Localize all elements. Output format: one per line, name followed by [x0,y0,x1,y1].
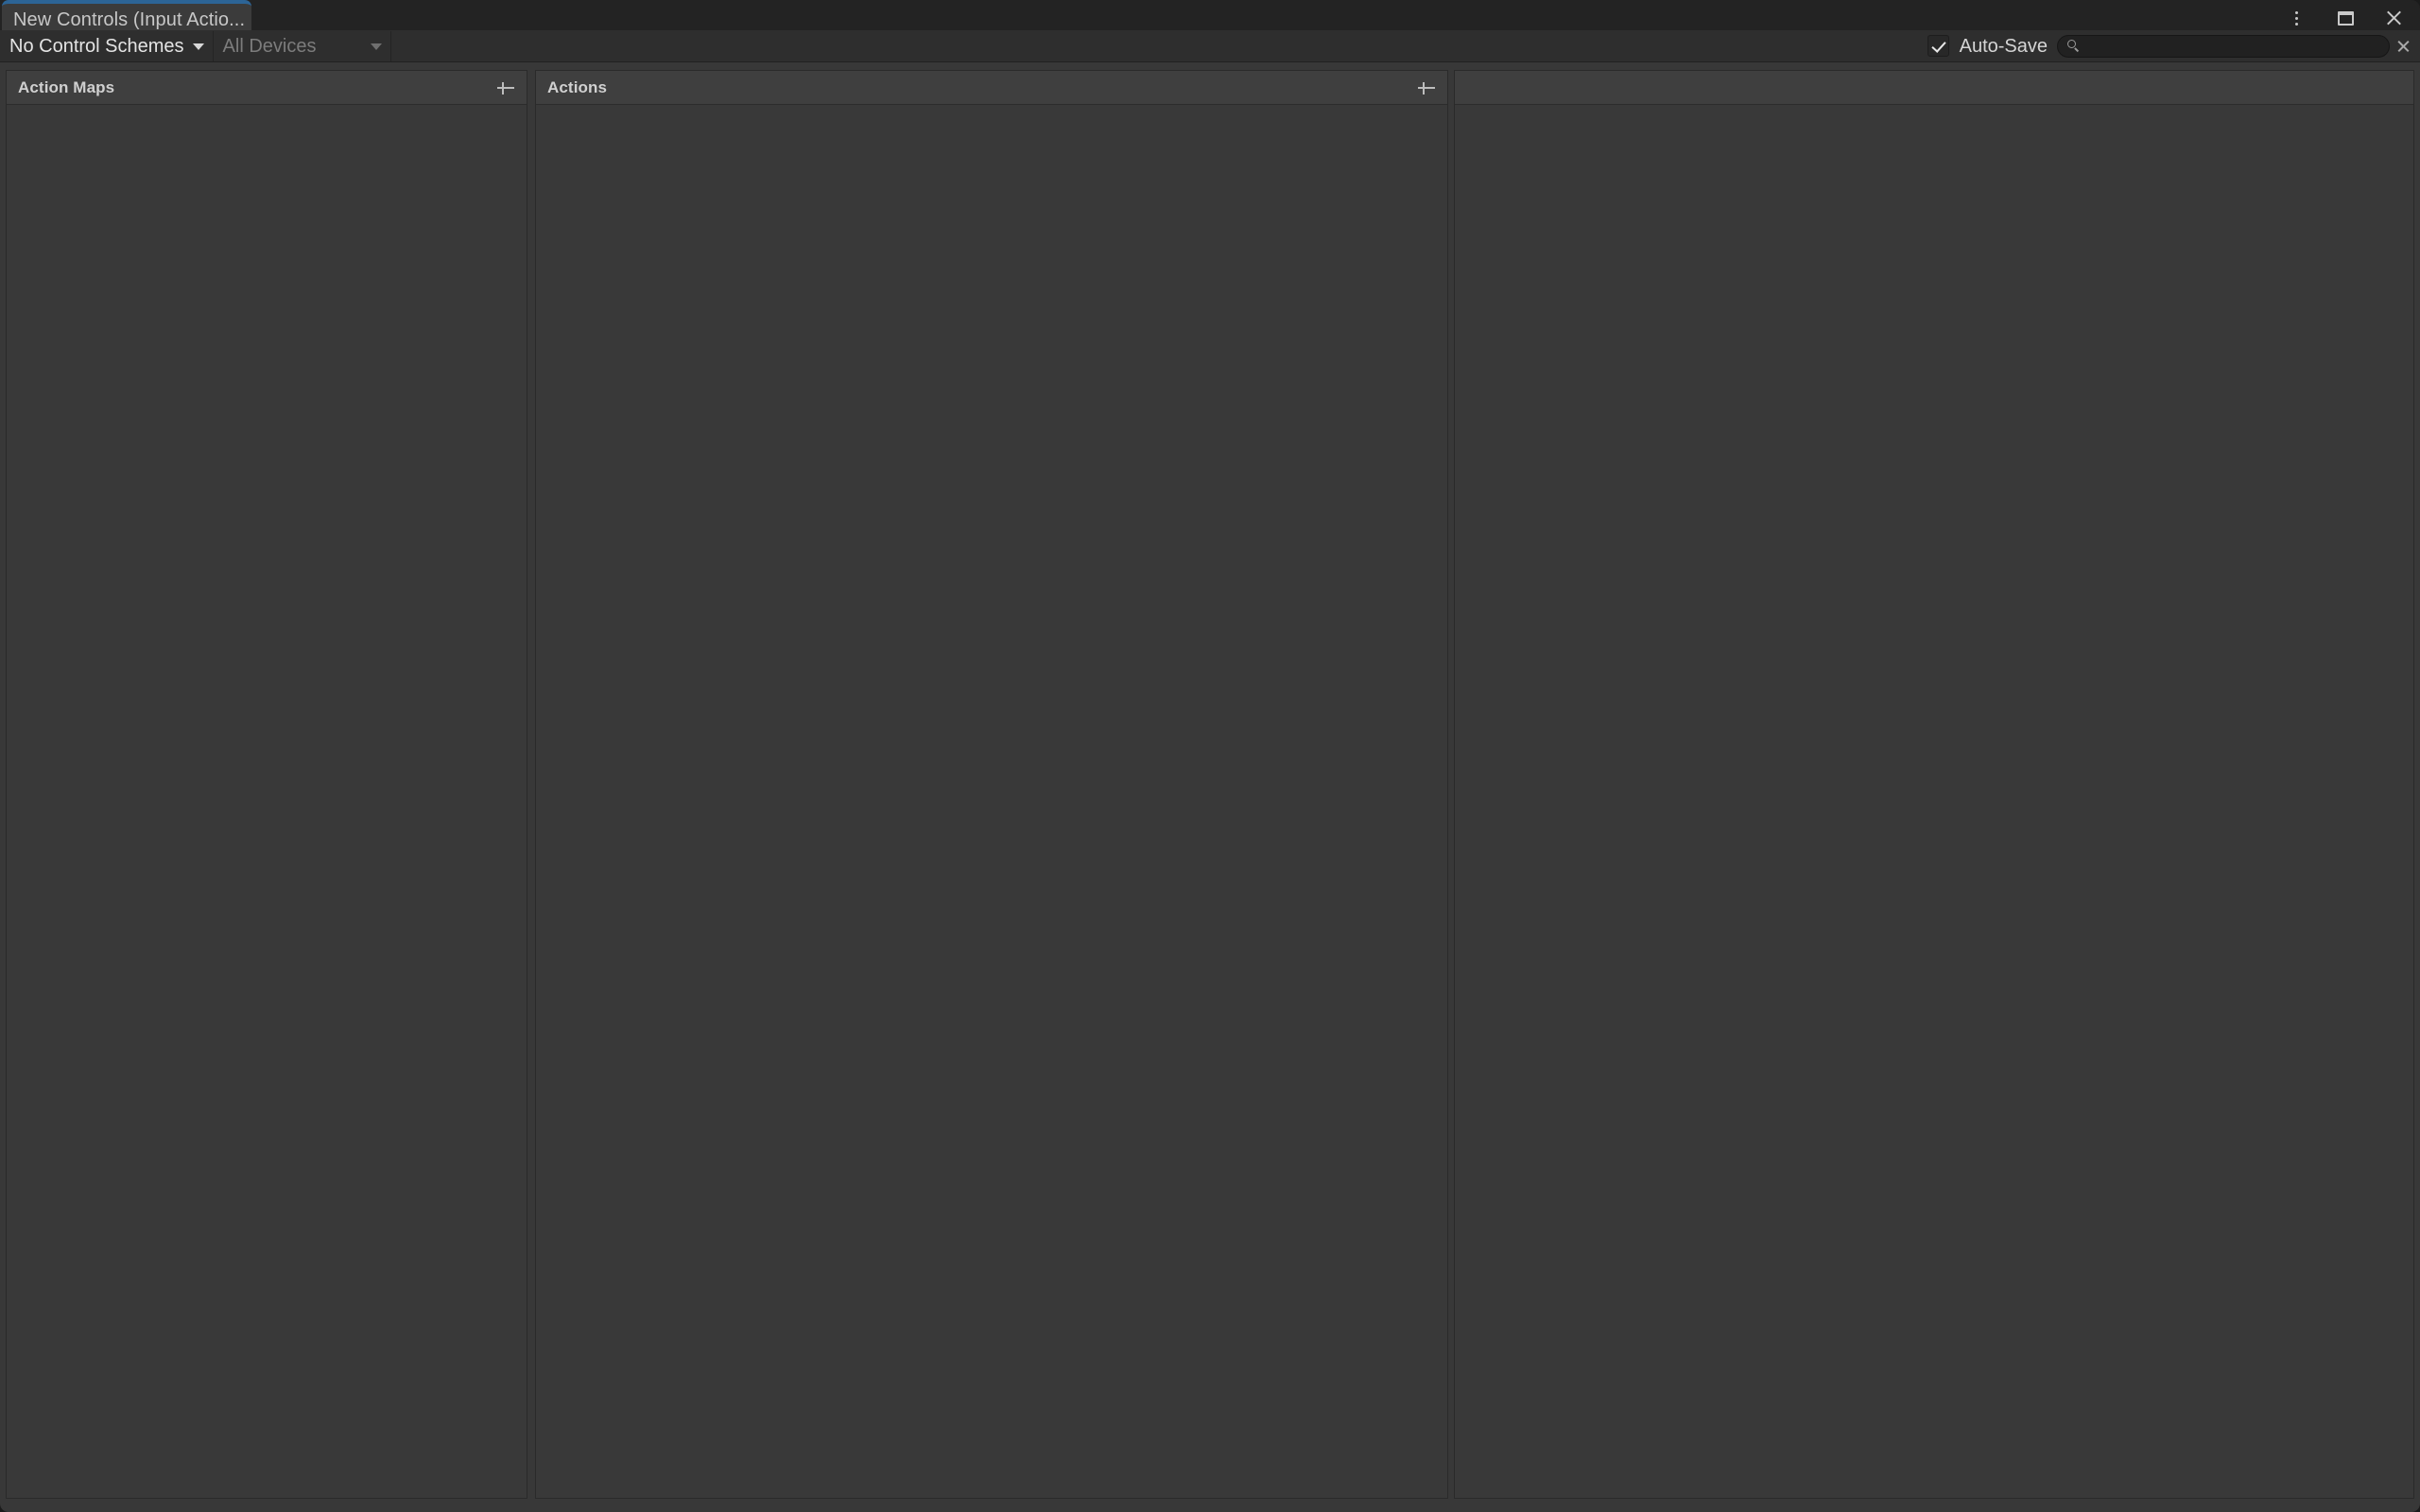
plus-icon [497,87,514,89]
editor-toolbar: No Control Schemes All Devices Auto-Save [0,30,2420,62]
add-action-map-button[interactable] [494,77,517,99]
close-button[interactable] [2382,6,2407,30]
chevron-down-icon [192,43,204,50]
properties-content[interactable] [1455,105,2413,1498]
action-maps-list[interactable] [7,105,527,1498]
more-options-button[interactable] [2284,6,2308,30]
editor-body: Action Maps Actions [0,62,2420,1512]
actions-header: Actions [536,71,1447,105]
search-field[interactable] [2057,34,2390,58]
devices-dropdown[interactable]: All Devices [213,30,392,61]
devices-label: All Devices [222,35,317,57]
properties-panel [1454,70,2414,1499]
input-actions-editor-window: New Controls (Input Actio... No Control … [0,0,2420,1512]
maximize-button[interactable] [2333,6,2358,30]
search-clear-button[interactable] [2394,31,2414,61]
plus-icon [1418,87,1435,89]
maximize-icon [2337,10,2354,26]
chevron-down-icon [371,43,383,50]
add-action-button[interactable] [1415,77,1438,99]
actions-panel: Actions [535,70,1448,1499]
auto-save-label: Auto-Save [1959,35,2048,57]
search-icon [2067,39,2081,53]
properties-header [1455,71,2413,105]
kebab-icon [2294,9,2298,26]
action-maps-header: Action Maps [7,71,527,105]
control-schemes-dropdown[interactable]: No Control Schemes [0,30,214,61]
actions-title: Actions [547,78,608,96]
auto-save-checkbox[interactable] [1927,35,1949,57]
action-maps-title: Action Maps [18,78,115,96]
actions-list[interactable] [536,105,1447,1498]
tab-label: New Controls (Input Actio... [13,9,246,30]
control-schemes-label: No Control Schemes [9,35,184,57]
close-icon [2385,9,2404,27]
auto-save-group[interactable]: Auto-Save [1927,31,2057,61]
action-maps-panel: Action Maps [6,70,527,1499]
search-input[interactable] [2081,36,2389,56]
